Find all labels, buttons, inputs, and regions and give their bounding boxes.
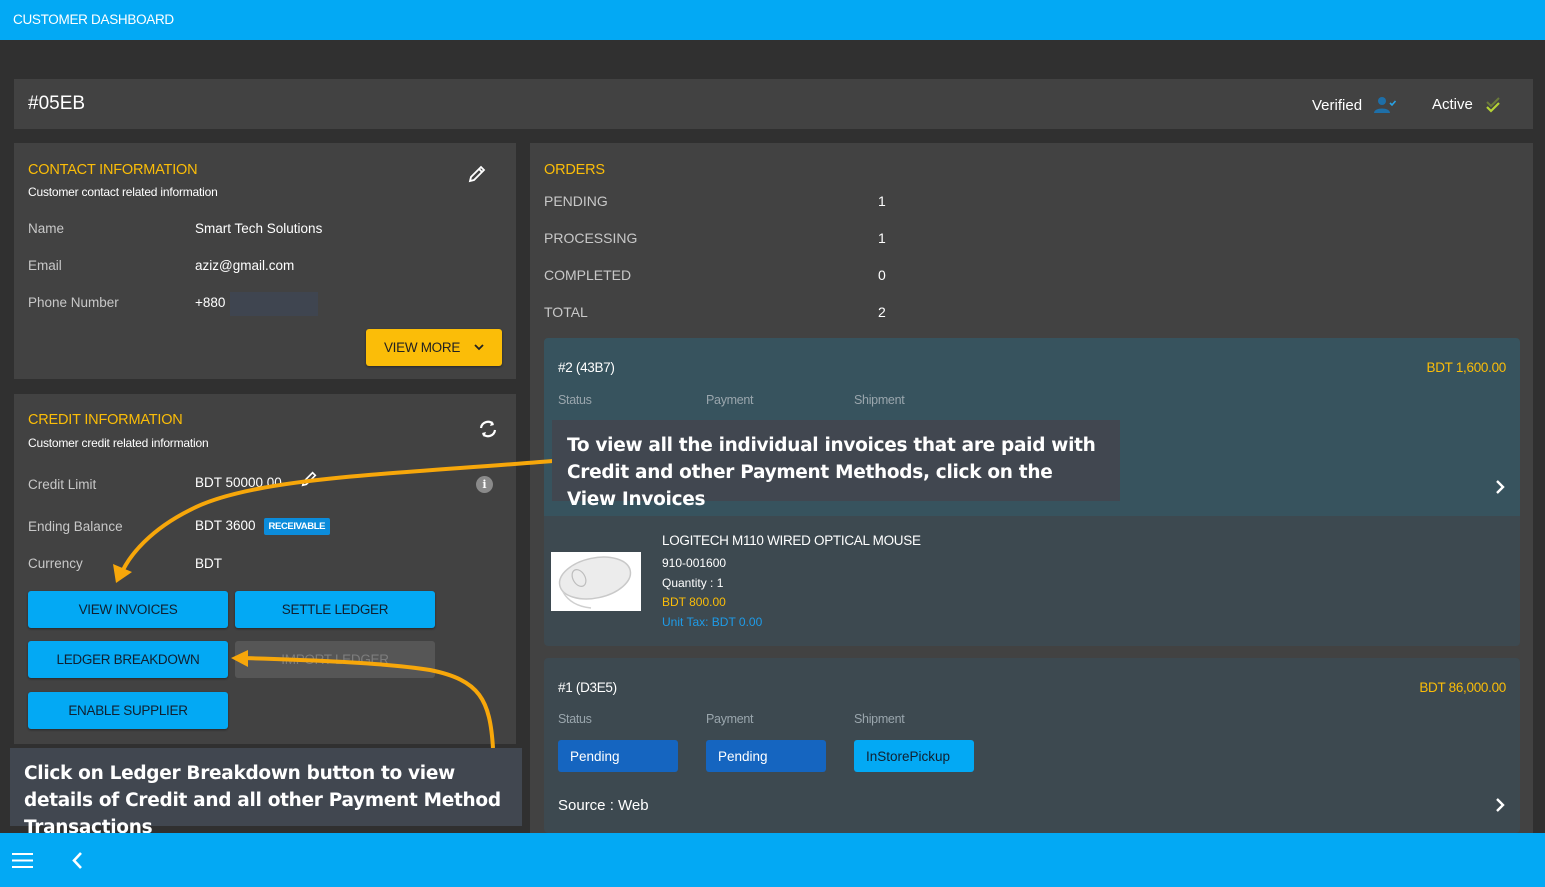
import-ledger-label: IMPORT LEDGER [281, 652, 389, 667]
orders-title: ORDERS [544, 162, 605, 178]
pending-count: 1 [878, 193, 886, 209]
name-value: Smart Tech Solutions [195, 221, 323, 236]
product-unit-tax: Unit Tax: BDT 0.00 [662, 615, 763, 629]
verified-label: Verified [1312, 96, 1363, 114]
payment-label: Payment [706, 712, 754, 726]
status-label: Status [558, 712, 592, 726]
ledger-breakdown-callout: Click on Ledger Breakdown button to view… [10, 748, 522, 838]
email-label: Email [28, 258, 62, 273]
credit-subtitle: Customer credit related information [28, 436, 209, 450]
product-quantity: Quantity : 1 [662, 576, 724, 590]
product-image [551, 552, 641, 611]
chevron-right-icon[interactable] [1494, 798, 1506, 812]
view-invoices-button[interactable]: VIEW INVOICES [28, 591, 228, 628]
verified-user-icon [1374, 96, 1397, 114]
name-label: Name [28, 221, 65, 236]
credit-limit-value: BDT 50000.00 [195, 475, 282, 490]
completed-label: COMPLETED [544, 267, 632, 283]
import-ledger-button: IMPORT LEDGER [235, 641, 435, 678]
product-sku: 910-001600 [662, 556, 727, 570]
view-invoices-callout-text: To view all the individual invoices that… [567, 435, 1096, 510]
receivable-badge: RECEIVABLE [263, 518, 331, 535]
view-more-button[interactable]: VIEW MORE [366, 329, 502, 366]
enable-supplier-button[interactable]: ENABLE SUPPLIER [28, 692, 228, 729]
verified-status: Verified [1312, 96, 1397, 114]
shipment-pill: InStorePickup [854, 740, 974, 772]
credit-title: CREDIT INFORMATION [28, 412, 183, 428]
ledger-breakdown-label: LEDGER BREAKDOWN [56, 652, 200, 667]
app-title: CUSTOMER DASHBOARD [13, 12, 174, 27]
completed-count: 0 [878, 267, 886, 283]
customer-id: #05EB [28, 93, 86, 114]
ending-balance-value: BDT 3600 [195, 518, 256, 534]
contact-title: CONTACT INFORMATION [28, 162, 198, 178]
currency-label: Currency [28, 556, 83, 571]
status-label: Status [558, 393, 592, 407]
top-app-bar: CUSTOMER DASHBOARD [0, 0, 1545, 40]
phone-label: Phone Number [28, 295, 119, 310]
chevron-down-icon [474, 344, 484, 351]
phone-redaction [230, 292, 318, 316]
order-card-1[interactable]: #1 (D3E5) BDT 86,000.00 Status Payment S… [544, 658, 1520, 833]
ledger-breakdown-callout-text: Click on Ledger Breakdown button to view… [24, 763, 501, 838]
total-count: 2 [878, 304, 886, 320]
view-more-label: VIEW MORE [383, 340, 461, 355]
order-id: #1 (D3E5) [558, 680, 617, 695]
product-price: BDT 800.00 [662, 595, 726, 609]
order-total: BDT 1,600.00 [1426, 360, 1507, 375]
phone-value: +880 [195, 295, 226, 310]
status-pill: Pending [558, 740, 678, 772]
contact-info-card: CONTACT INFORMATION Customer contact rel… [14, 143, 516, 379]
settle-ledger-label: SETTLE LEDGER [281, 602, 389, 617]
processing-count: 1 [878, 230, 886, 246]
payment-label: Payment [706, 393, 754, 407]
view-invoices-callout: To view all the individual invoices that… [552, 420, 1120, 510]
credit-info-card: CREDIT INFORMATION Customer credit relat… [14, 394, 516, 744]
payment-pill: Pending [706, 740, 826, 772]
shipment-label: Shipment [854, 393, 905, 407]
settle-ledger-button[interactable]: SETTLE LEDGER [235, 591, 435, 628]
order-source: Source : Web [558, 797, 649, 814]
double-check-icon [1485, 96, 1503, 113]
currency-value: BDT [195, 556, 222, 571]
active-status: Active [1432, 96, 1503, 113]
order-id: #2 (43B7) [558, 360, 615, 375]
total-label: TOTAL [544, 304, 588, 320]
pending-label: PENDING [544, 193, 608, 209]
bottom-nav-bar [0, 833, 1545, 887]
order-total: BDT 86,000.00 [1419, 680, 1506, 695]
processing-label: PROCESSING [544, 230, 638, 246]
credit-limit-label: Credit Limit [28, 477, 97, 492]
chevron-right-icon[interactable] [1494, 480, 1506, 494]
ledger-breakdown-button[interactable]: LEDGER BREAKDOWN [28, 641, 228, 678]
ending-balance-label: Ending Balance [28, 519, 123, 534]
shipment-label: Shipment [854, 712, 905, 726]
ending-balance-value-wrap: BDT 3600 RECEIVABLE [195, 518, 331, 535]
edit-contact-icon[interactable] [467, 164, 487, 184]
email-value: aziz@gmail.com [195, 258, 295, 273]
enable-supplier-label: ENABLE SUPPLIER [68, 703, 188, 718]
customer-header: #05EB Verified Active [14, 79, 1533, 129]
product-name: LOGITECH M110 WIRED OPTICAL MOUSE [662, 533, 921, 548]
order-item-card: LOGITECH M110 WIRED OPTICAL MOUSE 910-00… [544, 516, 1520, 646]
contact-subtitle: Customer contact related information [28, 185, 218, 199]
refresh-icon[interactable] [478, 420, 498, 438]
active-label: Active [1432, 96, 1473, 113]
back-chevron-icon[interactable] [72, 852, 84, 869]
view-invoices-label: VIEW INVOICES [78, 602, 178, 617]
menu-icon[interactable] [12, 852, 33, 869]
info-icon[interactable]: i [476, 476, 493, 493]
edit-credit-limit-icon[interactable] [300, 470, 318, 488]
